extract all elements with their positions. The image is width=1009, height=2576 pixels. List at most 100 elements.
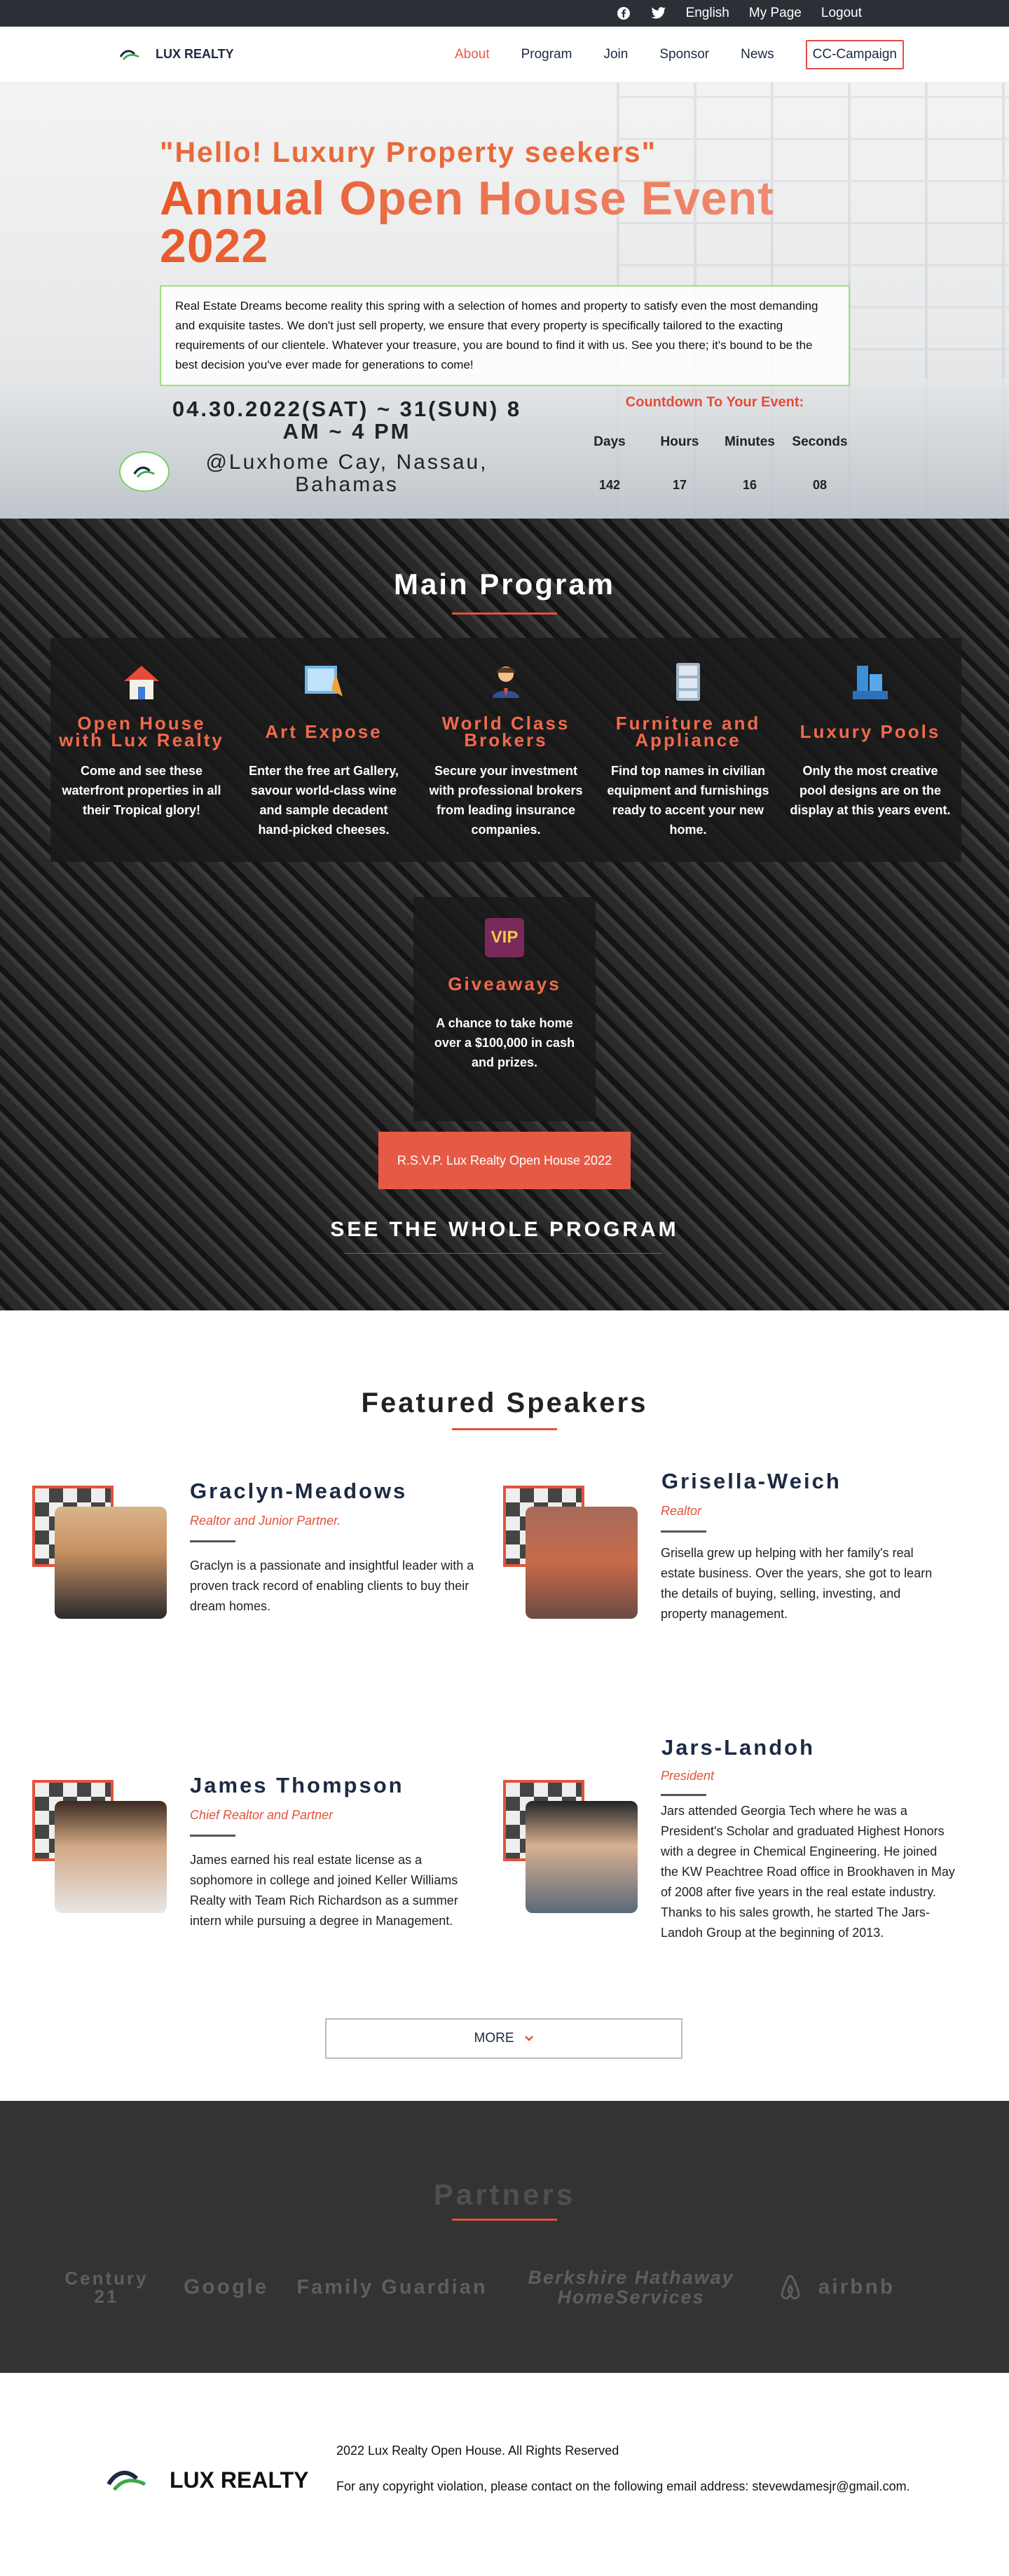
facebook-icon[interactable] [616,6,631,21]
speaker-role: Chief Realtor and Partner [190,1808,334,1822]
program-card-text: A chance to take home over a $100,000 in… [434,1016,575,1069]
chevron-down-icon [524,2036,533,2041]
partner-logo-airbnb-wrap[interactable]: airbnb [775,2272,895,2303]
title-underline [452,612,557,615]
speaker-bio: Jars attended Georgia Tech where he was … [661,1804,955,1940]
partner-logo-berkshire[interactable]: Berkshire Hathaway HomeServices [516,2268,747,2307]
nav-about[interactable]: About [455,47,490,62]
event-date: 04.30.2022(SAT) ~ 31(SUN) 8 AM ~ 4 PM [172,397,522,444]
speaker-name: Graclyn-Meadows [190,1479,408,1503]
brand-name: LUX REALTY [156,47,234,61]
partner-logo-century21[interactable]: Century 21 [57,2269,156,2306]
nav-sponsor[interactable]: Sponsor [659,47,709,62]
program-card[interactable]: Open House with Lux Realty Come and see … [50,638,233,862]
event-place: @Luxhome Cay, Nassau, Bahamas [205,451,488,496]
program-card-title: Furniture and Appliance [615,713,761,751]
featured-speakers-section: Featured Speakers Graclyn-Meadows Realto… [0,1310,1009,2101]
speaker-photo [503,1773,643,1913]
nav-program[interactable]: Program [521,47,572,62]
speaker-card: James Thompson Chief Realtor and Partner… [32,1773,467,1955]
countdown-minutes-value: 16 [742,478,757,492]
countdown-seconds-value: 08 [812,478,828,492]
program-card[interactable]: World Class Brokers Secure your investme… [415,638,597,862]
top-bar: English My Page Logout [0,0,1009,27]
hero-section: "Hello! Luxury Property seekers" Annual … [0,83,1009,519]
see-whole-program-link[interactable]: SEE THE WHOLE PROGRAM [0,1218,1009,1242]
logo-icon [107,2470,146,2491]
divider [661,1794,706,1796]
speaker-photo [32,1479,172,1619]
program-card-text: Only the most creative pool designs are … [790,764,951,817]
divider [343,1253,662,1254]
program-card-title: Open House with Lux Realty [59,713,224,751]
footer: LUX REALTY 2022 Lux Realty Open House. A… [0,2373,1009,2576]
countdown-seconds-label: Seconds [792,434,848,449]
speaker-card: Jars-Landoh President Jars attended Geor… [503,1735,955,1983]
partner-logo-google[interactable]: Google [184,2275,268,2299]
footer-brand-name: LUX REALTY [170,2467,309,2493]
divider [661,1530,706,1533]
program-card[interactable]: Furniture and Appliance Find top names i… [597,638,779,862]
more-button[interactable]: MORE [325,2018,682,2059]
footer-brand[interactable]: LUX REALTY [105,2465,309,2495]
pool-icon [847,659,893,705]
countdown: Countdown To Your Event: Days Hours Minu… [575,395,855,493]
speaker-photo [503,1479,643,1619]
program-card-title: Giveaways [448,973,561,994]
speaker-bio: Graclyn is a passionate and insightful l… [190,1558,474,1613]
cabinet-icon [665,659,711,705]
footer-copyright: 2022 Lux Realty Open House. All Rights R… [336,2444,619,2458]
speaker-bio: Grisella grew up helping with her family… [661,1546,933,1621]
logo-icon [133,466,155,478]
title-underline [452,1428,557,1430]
hero-logo-badge [119,451,170,492]
hero-tagline: "Hello! Luxury Property seekers" [160,136,657,168]
my-page-link[interactable]: My Page [749,6,802,21]
broker-icon [483,659,529,705]
airbnb-icon [781,2275,800,2300]
program-card-title: Luxury Pools [799,721,941,742]
partners-title: Partners [433,2178,576,2211]
speaker-card: Graclyn-Meadows Realtor and Junior Partn… [32,1479,474,1661]
countdown-days-label: Days [593,434,626,449]
divider [190,1835,235,1837]
countdown-label: Countdown To Your Event: [625,395,804,410]
logo-icon [119,49,139,60]
title-underline [452,2219,557,2221]
speaker-name: Jars-Landoh [661,1735,816,1760]
program-card[interactable]: Art Expose Enter the free art Gallery, s… [233,638,415,862]
language-link[interactable]: English [686,6,729,21]
speaker-role: Realtor and Junior Partner. [190,1514,341,1528]
speaker-name: James Thompson [190,1773,404,1797]
art-icon [301,659,347,705]
program-card-text: Find top names in civilian equipment and… [607,764,769,837]
nav-news[interactable]: News [741,47,774,62]
countdown-days-value: 142 [598,478,621,492]
speaker-role: President [661,1769,715,1783]
program-card-title: Art Expose [265,721,383,742]
program-card[interactable]: VIP Giveaways A chance to take home over… [413,897,596,1121]
countdown-hours-value: 17 [672,478,687,492]
nav-cc-campaign[interactable]: CC-Campaign [805,39,904,69]
brand-logo[interactable]: LUX REALTY [119,47,234,62]
house-icon [118,659,165,705]
speaker-name: Grisella-Weich [661,1469,842,1493]
nav-join[interactable]: Join [603,47,628,62]
program-card-title: World Class Brokers [441,713,570,751]
divider [190,1540,235,1542]
program-title: Main Program [393,568,616,601]
twitter-icon[interactable] [651,6,666,21]
more-label: MORE [474,2031,514,2046]
logout-link[interactable]: Logout [821,6,862,21]
rsvp-button[interactable]: R.S.V.P. Lux Realty Open House 2022 [378,1132,631,1189]
speakers-title: Featured Speakers [361,1388,648,1418]
speaker-bio: James earned his real estate license as … [190,1853,458,1928]
partners-section: Partners Century 21 Google Family Guardi… [0,2101,1009,2373]
hero-title: Annual Open House Event 2022 [160,174,853,270]
partner-logo-family-guardian[interactable]: Family Guardian [296,2276,487,2299]
countdown-hours-label: Hours [660,434,699,449]
program-card[interactable]: Luxury Pools Only the most creative pool… [779,638,961,862]
speaker-photo [32,1773,172,1913]
main-nav: LUX REALTY About Program Join Sponsor Ne… [0,27,1009,83]
main-program-section: Main Program Open House with Lux Realty … [0,519,1009,1310]
